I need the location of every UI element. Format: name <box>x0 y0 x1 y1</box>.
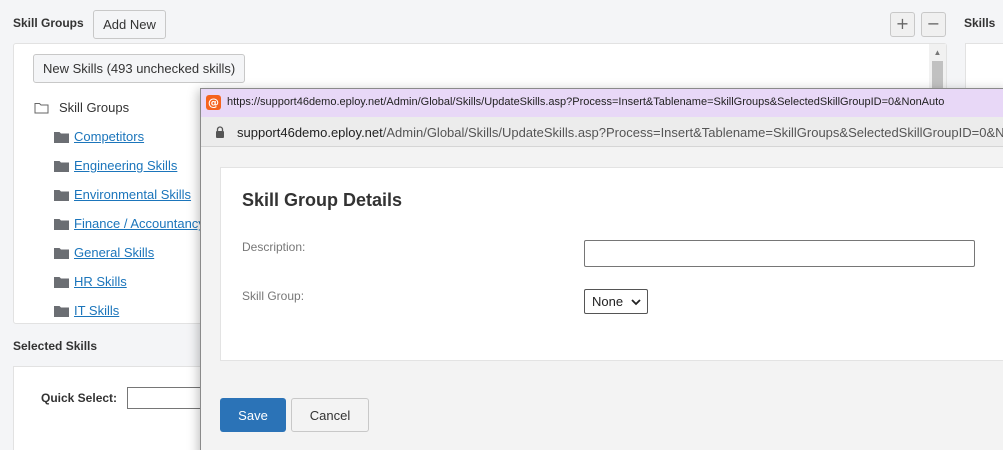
eploy-app-icon: @ <box>206 95 221 110</box>
tree-item-link[interactable]: HR Skills <box>74 274 127 289</box>
popup-address-bar[interactable]: support46demo.eploy.net/Admin/Global/Ski… <box>201 117 1003 147</box>
address-host: support46demo.eploy.net <box>237 125 383 140</box>
form-title: Skill Group Details <box>242 190 403 210</box>
tree-item-link[interactable]: Engineering Skills <box>74 158 177 173</box>
description-input[interactable] <box>584 240 975 267</box>
add-new-button[interactable]: Add New <box>93 10 166 39</box>
address-path: /Admin/Global/Skills/UpdateSkills.asp?Pr… <box>382 125 1003 140</box>
folder-icon <box>54 218 69 230</box>
folder-icon <box>54 276 69 288</box>
cancel-button[interactable]: Cancel <box>291 398 369 432</box>
tree-item-link[interactable]: IT Skills <box>74 303 119 318</box>
tree-item[interactable]: IT Skills <box>54 303 119 318</box>
selected-skills-title: Selected Skills <box>13 339 98 353</box>
address-url: support46demo.eploy.net/Admin/Global/Ski… <box>237 125 1003 140</box>
titlebar-url: https://support46demo.eploy.net/Admin/Gl… <box>227 96 945 108</box>
skill-group-selected-value: None <box>592 294 624 309</box>
description-label: Description: <box>242 240 306 254</box>
skill-group-select[interactable]: None <box>584 289 648 314</box>
lock-icon <box>216 126 224 138</box>
tree-item-link[interactable]: Environmental Skills <box>74 187 191 202</box>
tree-item[interactable]: Finance / Accountancy <box>54 216 205 231</box>
folder-icon <box>54 160 69 172</box>
folder-icon <box>54 247 69 259</box>
tree-item-link[interactable]: Finance / Accountancy <box>74 216 205 231</box>
tree-item[interactable]: General Skills <box>54 245 154 260</box>
chevron-down-icon <box>631 299 641 306</box>
scroll-up-arrow-icon[interactable]: ▲ <box>929 44 946 61</box>
skill-groups-title: Skill Groups <box>13 16 84 30</box>
folder-icon <box>54 131 69 143</box>
tree-item[interactable]: Engineering Skills <box>54 158 177 173</box>
folder-icon <box>54 305 69 317</box>
update-skills-popup-window: @ https://support46demo.eploy.net/Admin/… <box>200 88 1003 450</box>
skill-group-label: Skill Group: <box>242 289 305 303</box>
tree-root[interactable]: Skill Groups <box>34 100 129 115</box>
folder-outline-icon <box>34 102 49 113</box>
tree-item-link[interactable]: Competitors <box>74 129 144 144</box>
quick-select-input[interactable] <box>127 387 207 409</box>
save-button[interactable]: Save <box>220 398 286 432</box>
skills-title: Skills <box>964 16 996 30</box>
tree-item[interactable]: HR Skills <box>54 274 127 289</box>
skill-group-details-card: Skill Group Details Description: Skill G… <box>220 167 1003 361</box>
folder-icon <box>54 189 69 201</box>
tree-item[interactable]: Competitors <box>54 129 144 144</box>
tree-item[interactable]: Environmental Skills <box>54 187 191 202</box>
collapse-all-button[interactable]: − <box>921 12 946 37</box>
tree-root-label: Skill Groups <box>59 100 130 115</box>
new-skills-button[interactable]: New Skills (493 unchecked skills) <box>33 54 246 83</box>
popup-titlebar[interactable]: @ https://support46demo.eploy.net/Admin/… <box>201 89 1003 117</box>
quick-select-label: Quick Select: <box>41 391 118 405</box>
tree-item-link[interactable]: General Skills <box>74 245 154 260</box>
expand-all-button[interactable]: + <box>890 12 915 37</box>
